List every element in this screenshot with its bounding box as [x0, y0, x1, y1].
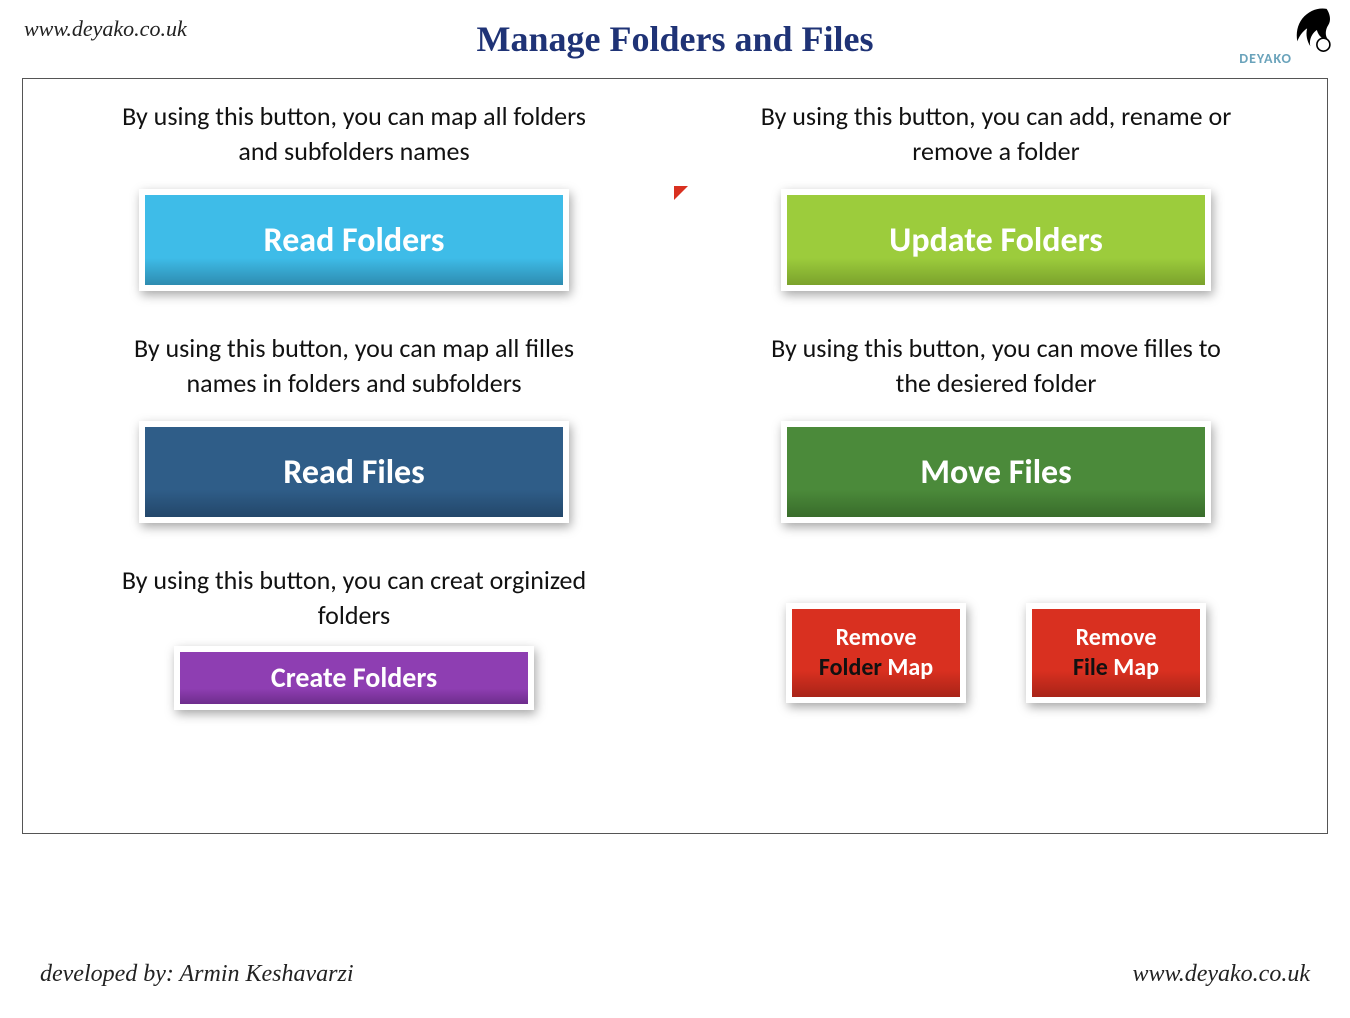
- footer-developer: developed by: Armin Keshavarzi: [40, 961, 354, 988]
- remove-folder-map-button[interactable]: Remove Folder Map: [786, 603, 966, 703]
- left-column: By using this button, you can map all fo…: [63, 99, 645, 813]
- remove-folder-map-line2: Folder Map: [819, 653, 933, 683]
- horse-logo-icon: [1284, 4, 1340, 56]
- remove-file-map-line1: Remove: [1076, 623, 1157, 653]
- read-files-button[interactable]: Read Files: [139, 421, 569, 523]
- right-column: By using this button, you can add, renam…: [705, 99, 1287, 813]
- decorative-marker: [674, 186, 688, 200]
- update-folders-button[interactable]: Update Folders: [781, 189, 1211, 291]
- header-url: www.deyako.co.uk: [24, 16, 187, 42]
- brand-logo-text: DEYAKO: [1239, 52, 1292, 66]
- read-folders-blurb: By using this button, you can map all fo…: [114, 99, 594, 169]
- brand-logo: DEYAKO: [1220, 4, 1340, 66]
- remove-folder-map-line1: Remove: [836, 623, 917, 653]
- read-files-blurb: By using this button, you can map all fi…: [114, 331, 594, 401]
- remove-file-map-line2: File Map: [1073, 653, 1159, 683]
- read-folders-button[interactable]: Read Folders: [139, 189, 569, 291]
- create-folders-button[interactable]: Create Folders: [174, 646, 534, 710]
- remove-file-map-button[interactable]: Remove File Map: [1026, 603, 1206, 703]
- move-files-button[interactable]: Move Files: [781, 421, 1211, 523]
- create-folders-blurb: By using this button, you can creat orgi…: [114, 563, 594, 633]
- update-folders-blurb: By using this button, you can add, renam…: [756, 99, 1236, 169]
- footer-url: www.deyako.co.uk: [1132, 961, 1310, 988]
- page-title: Manage Folders and Files: [20, 10, 1330, 60]
- move-files-blurb: By using this button, you can move fille…: [756, 331, 1236, 401]
